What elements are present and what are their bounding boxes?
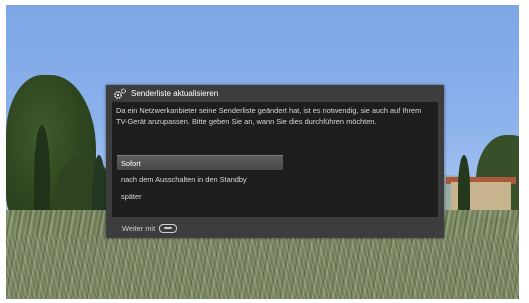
dialog-body: Da ein Netzwerkanbieter seine Senderlist… <box>112 102 438 217</box>
option-standby[interactable]: nach dem Ausschalten in den Standby <box>117 172 283 187</box>
dialog-footer: Weiter mit <box>122 223 178 235</box>
dialog-title: Senderliste aktualisieren <box>131 89 219 98</box>
background-grass <box>6 235 519 299</box>
option-spaeter[interactable]: später <box>117 189 283 204</box>
option-sofort[interactable]: Sofort <box>117 155 283 170</box>
tv-background-image: Senderliste aktualisieren Da ein Netzwer… <box>6 5 519 299</box>
dialog-message: Da ein Netzwerkanbieter seine Senderlist… <box>116 106 422 126</box>
update-channel-list-dialog: Senderliste aktualisieren Da ein Netzwer… <box>106 85 444 238</box>
dialog-title-bar: Senderliste aktualisieren <box>106 85 444 102</box>
ok-button-icon <box>159 223 178 233</box>
gear-icon <box>114 88 126 99</box>
footer-hint: Weiter mit <box>122 224 156 233</box>
screen-frame: Senderliste aktualisieren Da ein Netzwer… <box>0 0 529 303</box>
